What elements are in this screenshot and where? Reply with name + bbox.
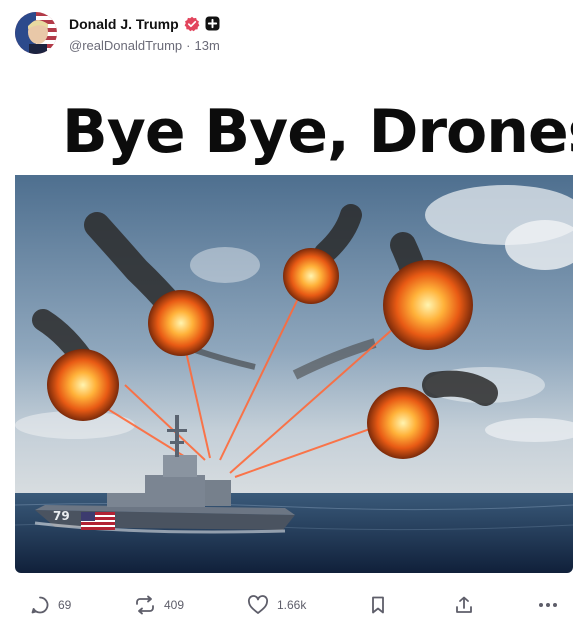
plus-badge-icon (205, 16, 220, 31)
avatar[interactable] (15, 12, 57, 54)
share-icon (454, 595, 474, 615)
like-button[interactable]: 1.66k (247, 587, 306, 623)
bookmark-icon (369, 595, 387, 615)
retruth-icon (134, 595, 156, 615)
author-info: Donald J. Trump @realDonaldTrump · 13m (69, 14, 220, 53)
post-card: Donald J. Trump @realDonaldTrump · 13m B… (0, 0, 588, 638)
name-row: Donald J. Trump (69, 14, 220, 34)
more-icon (538, 602, 558, 608)
reply-button[interactable]: 69 (30, 587, 71, 623)
post-header: Donald J. Trump @realDonaldTrump · 13m (15, 11, 220, 55)
handle[interactable]: @realDonaldTrump (69, 38, 182, 53)
action-bar: 69 409 1.66k (0, 587, 588, 623)
separator: · (186, 37, 191, 53)
handle-row: @realDonaldTrump · 13m (69, 38, 220, 53)
reply-count: 69 (58, 598, 72, 612)
share-button[interactable] (454, 587, 474, 623)
retruth-count: 409 (164, 598, 185, 612)
verified-badge-icon (184, 16, 200, 32)
reply-icon (30, 595, 50, 615)
heart-icon (247, 595, 269, 615)
meme-title: Bye Bye, Drones (62, 97, 573, 167)
post-media[interactable]: Bye Bye, Drones 79 (15, 70, 573, 573)
hull-number: 79 (53, 509, 70, 523)
retruth-button[interactable]: 409 (134, 587, 184, 623)
timestamp[interactable]: 13m (195, 38, 220, 53)
display-name[interactable]: Donald J. Trump (69, 16, 179, 32)
like-count: 1.66k (277, 598, 307, 612)
warship-laser-image: 79 (15, 175, 573, 573)
more-button[interactable] (538, 587, 558, 623)
bookmark-button[interactable] (369, 587, 387, 623)
